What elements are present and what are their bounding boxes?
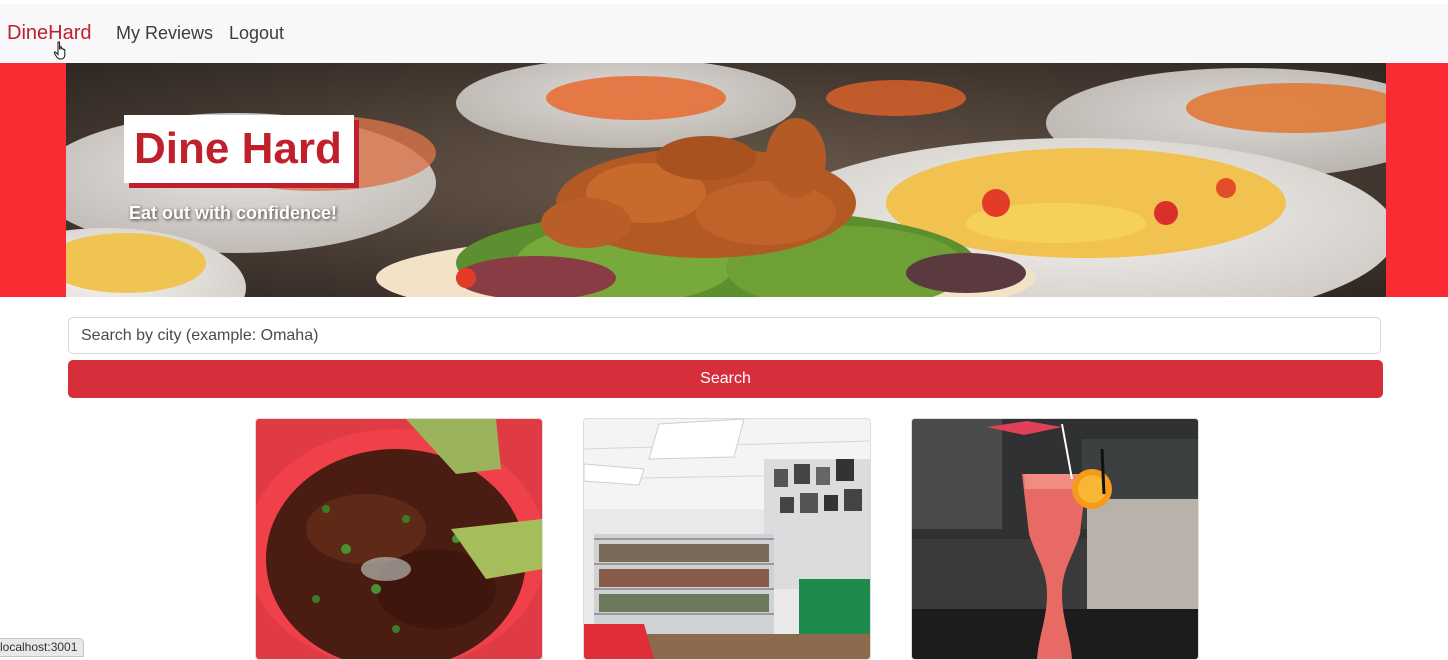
restaurant-card[interactable] (583, 418, 871, 660)
hero-banner: Dine Hard Eat out with confidence! (0, 63, 1448, 297)
city-search-input[interactable] (68, 317, 1381, 354)
restaurant-card[interactable] (255, 418, 543, 660)
navbar: DineHard My Reviews Logout (0, 4, 1448, 63)
hero-image: Dine Hard Eat out with confidence! (66, 63, 1386, 297)
brand-link[interactable]: DineHard (7, 22, 91, 45)
nav-logout-link[interactable]: Logout (229, 23, 284, 44)
hand-cursor-icon (53, 41, 66, 60)
search-button[interactable]: Search (68, 360, 1383, 398)
hero-title-box: Dine Hard (124, 115, 354, 183)
browser-status-bar: localhost:3001 (0, 638, 85, 657)
nav-my-reviews-link[interactable]: My Reviews (116, 23, 213, 44)
hero-subtitle: Eat out with confidence! (129, 203, 338, 223)
cocktail-photo (912, 419, 1198, 659)
store-interior-photo (584, 419, 870, 659)
restaurant-card[interactable] (911, 418, 1199, 660)
hero-title: Dine Hard (134, 124, 342, 173)
soup-photo (256, 419, 542, 659)
